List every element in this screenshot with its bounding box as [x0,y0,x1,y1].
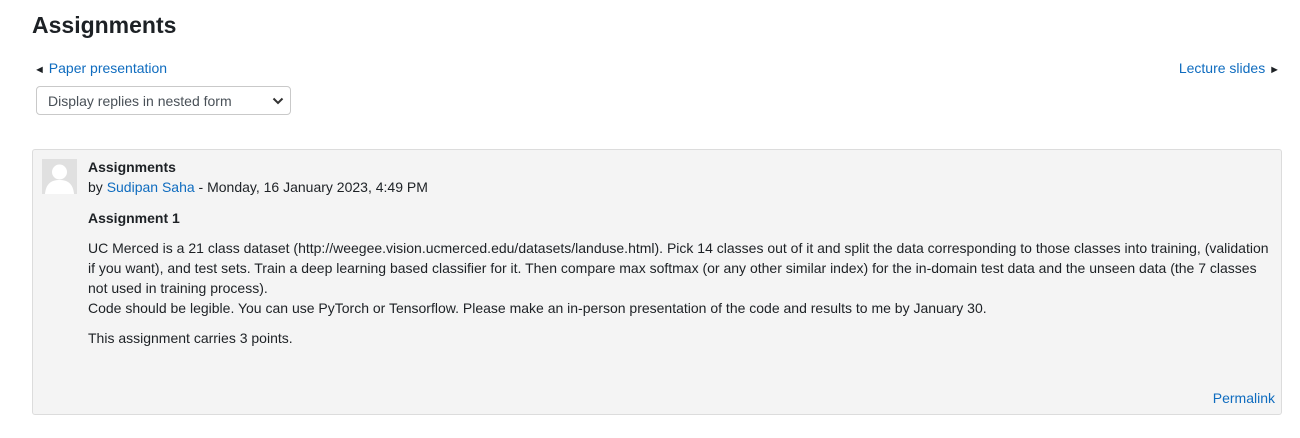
post-body-paragraph: UC Merced is a 21 class dataset (http://… [88,240,1269,296]
post-body-paragraph: Code should be legible. You can use PyTo… [88,300,987,316]
user-placeholder-icon [45,164,74,194]
post-date: - Monday, 16 January 2023, 4:49 PM [194,179,428,195]
post-body: Assignment 1 UC Merced is a 21 class dat… [88,208,1273,348]
post-subject: Assignments [88,159,176,175]
post-body-paragraph: This assignment carries 3 points. [88,330,293,346]
chevron-down-icon [272,97,284,105]
post-byline: by Sudipan Saha - Monday, 16 January 202… [88,179,428,195]
prev-activity-nav: ◄ Paper presentation [34,60,167,76]
prev-activity-link[interactable]: Paper presentation [49,60,167,76]
permalink-link[interactable]: Permalink [1213,390,1275,406]
page-title: Assignments [32,12,177,38]
byline-prefix: by [88,179,107,195]
forum-post: Assignments by Sudipan Saha - Monday, 16… [32,149,1282,415]
post-body-heading: Assignment 1 [88,210,180,226]
next-activity-link[interactable]: Lecture slides [1179,60,1265,76]
avatar[interactable] [42,159,77,194]
right-arrow-icon: ► [1269,64,1280,76]
display-mode-selected-value: Display replies in nested form [48,92,232,109]
author-link[interactable]: Sudipan Saha [107,179,195,195]
next-activity-nav: Lecture slides ► [1179,60,1280,76]
display-mode-select[interactable]: Display replies in nested form [36,86,291,115]
left-arrow-icon: ◄ [34,64,45,76]
